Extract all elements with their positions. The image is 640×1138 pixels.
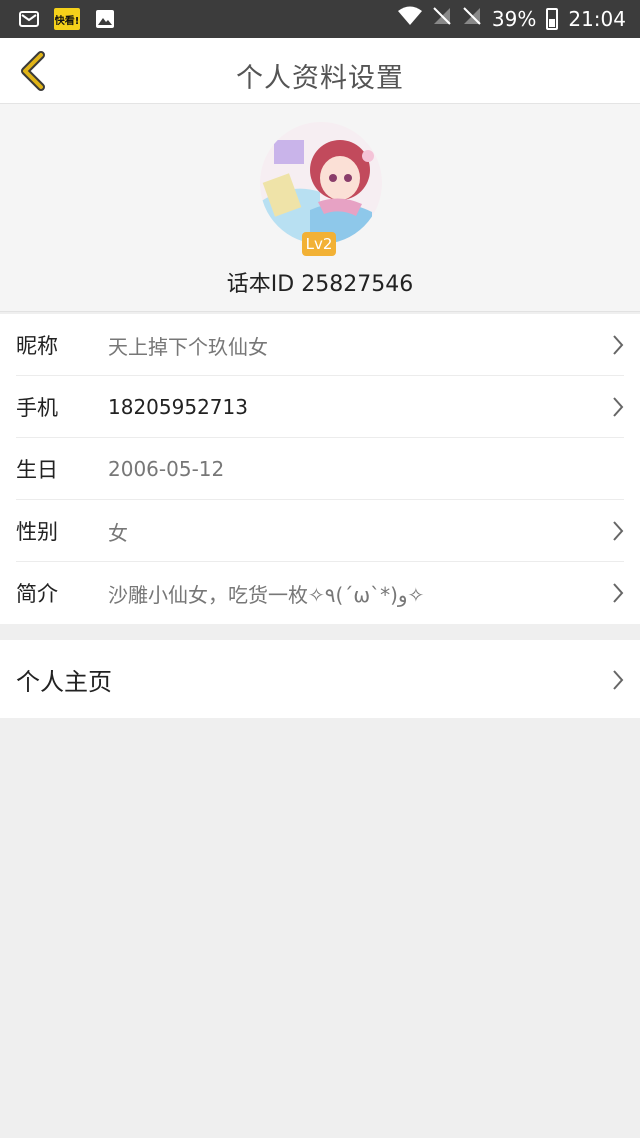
mail-icon [18, 8, 40, 30]
homepage-label: 个人主页 [16, 667, 112, 696]
field-value: 18205952713 [108, 395, 248, 419]
field-label: 手机 [16, 396, 58, 420]
clock: 21:04 [568, 6, 626, 31]
field-row-gender[interactable]: 性别 女 [0, 500, 640, 562]
field-row-birthday: 生日 2006-05-12 [0, 438, 640, 500]
field-row-phone[interactable]: 手机 18205952713 [0, 376, 640, 438]
wifi-icon [397, 6, 422, 31]
no-signal-icon-2 [462, 6, 482, 31]
profile-fields-list: 昵称 天上掉下个玖仙女 手机 18205952713 生日 2006-05-12… [0, 314, 640, 624]
avatar[interactable] [260, 122, 382, 244]
field-value: 沙雕小仙女，吃货一枚✧٩(ˊωˋ*)و✧ [108, 582, 425, 607]
battery-icon [546, 7, 559, 30]
notification-icons: 快看! [18, 8, 116, 30]
user-id: 话本ID 25827546 [226, 272, 414, 297]
chevron-right-icon [613, 397, 624, 417]
field-value: 女 [108, 520, 128, 545]
no-signal-icon [432, 6, 452, 31]
field-label: 性别 [16, 520, 58, 544]
profile-header: Lv2 话本ID 25827546 [0, 104, 640, 312]
field-value: 天上掉下个玖仙女 [108, 334, 268, 359]
field-label: 简介 [16, 582, 58, 606]
field-row-bio[interactable]: 简介 沙雕小仙女，吃货一枚✧٩(ˊωˋ*)و✧ [0, 562, 640, 624]
level-badge: Lv2 [302, 232, 336, 256]
field-label: 生日 [16, 458, 58, 482]
chevron-right-icon [613, 335, 624, 355]
field-label: 昵称 [16, 334, 58, 358]
chevron-right-icon [613, 583, 624, 603]
battery-percent: 39% [491, 6, 537, 31]
page-title: 个人资料设置 [236, 63, 404, 94]
personal-homepage-row[interactable]: 个人主页 [0, 640, 640, 718]
image-icon [94, 8, 116, 30]
top-nav-bar: 个人资料设置 [0, 38, 640, 104]
field-value: 2006-05-12 [108, 457, 225, 481]
chevron-right-icon [613, 670, 624, 690]
system-status: 39% 21:04 [397, 6, 626, 31]
chevron-right-icon [613, 521, 624, 541]
kuaikan-app-icon: 快看! [54, 8, 80, 30]
field-row-nickname[interactable]: 昵称 天上掉下个玖仙女 [0, 314, 640, 376]
status-bar: 快看! 39% 21:04 [0, 0, 640, 38]
